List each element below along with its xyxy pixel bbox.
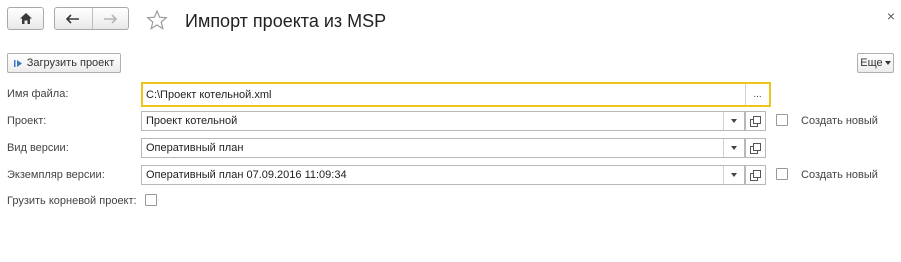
- more-label: Еще: [860, 57, 883, 69]
- version-instance-open-button[interactable]: [745, 165, 766, 185]
- load-root-project-checkbox[interactable]: [145, 194, 157, 206]
- forward-arrow-icon: [104, 13, 118, 24]
- file-select-button-label: ...: [753, 88, 762, 100]
- file-select-button[interactable]: ...: [745, 84, 769, 105]
- version-type-value: Оперативный план: [146, 142, 244, 154]
- load-root-project-label: Грузить корневой проект:: [7, 195, 137, 207]
- file-name-value: C:\Проект котельной.xml: [146, 89, 272, 101]
- home-button[interactable]: [7, 7, 44, 30]
- open-form-icon: [750, 169, 761, 181]
- forward-button[interactable]: [93, 8, 129, 29]
- load-project-button[interactable]: Загрузить проект: [7, 53, 121, 73]
- history-nav-group: [54, 7, 129, 30]
- project-label: Проект:: [7, 115, 47, 127]
- open-form-icon: [750, 115, 761, 127]
- star-icon: [146, 9, 168, 30]
- version-type-dropdown-button[interactable]: [723, 139, 744, 157]
- version-instance-create-new-label[interactable]: Создать новый: [801, 169, 878, 181]
- page-title: Импорт проекта из MSP: [185, 11, 387, 31]
- back-arrow-icon: [66, 13, 80, 24]
- project-open-button[interactable]: [745, 111, 766, 131]
- project-field[interactable]: Проект котельной: [141, 111, 745, 131]
- file-name-field[interactable]: C:\Проект котельной.xml ...: [141, 82, 771, 107]
- chevron-down-icon: [731, 119, 737, 123]
- back-button[interactable]: [55, 8, 93, 29]
- open-form-icon: [750, 142, 761, 154]
- version-type-open-button[interactable]: [745, 138, 766, 158]
- load-project-label: Загрузить проект: [26, 57, 115, 69]
- file-name-label: Имя файла:: [7, 88, 69, 100]
- chevron-down-icon: [731, 173, 737, 177]
- version-instance-value: Оперативный план 07.09.2016 11:09:34: [146, 169, 347, 181]
- close-icon[interactable]: ×: [885, 9, 897, 23]
- chevron-down-icon: [731, 146, 737, 150]
- home-icon: [19, 13, 32, 24]
- version-instance-dropdown-button[interactable]: [723, 166, 744, 184]
- chevron-down-icon: [884, 61, 891, 65]
- version-type-label: Вид версии:: [7, 142, 69, 154]
- version-instance-field[interactable]: Оперативный план 07.09.2016 11:09:34: [141, 165, 745, 185]
- version-type-field[interactable]: Оперативный план: [141, 138, 745, 158]
- version-instance-label: Экземпляр версии:: [7, 169, 105, 181]
- load-project-icon: [13, 59, 22, 67]
- project-value: Проект котельной: [146, 115, 238, 127]
- version-instance-create-new-checkbox[interactable]: [776, 168, 788, 180]
- project-create-new-label[interactable]: Создать новый: [801, 115, 878, 127]
- more-button[interactable]: Еще: [857, 53, 894, 73]
- project-dropdown-button[interactable]: [723, 112, 744, 130]
- project-create-new-checkbox[interactable]: [776, 114, 788, 126]
- favorite-star-button[interactable]: [146, 9, 168, 31]
